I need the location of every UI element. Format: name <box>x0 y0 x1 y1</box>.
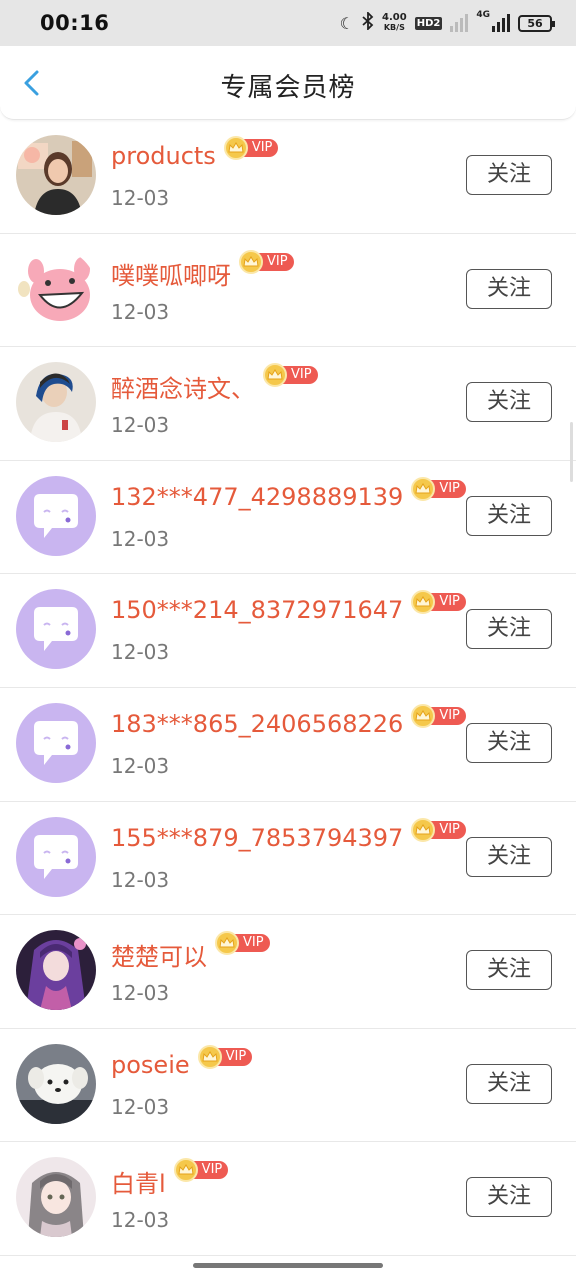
member-date: 12-03 <box>111 981 170 1006</box>
vip-badge: VIP <box>239 249 294 274</box>
avatar[interactable] <box>16 1043 96 1124</box>
member-name-text: 醉酒念诗文、 <box>111 375 255 404</box>
vip-badge: VIP <box>215 931 270 956</box>
avatar[interactable] <box>16 362 96 443</box>
avatar[interactable] <box>16 135 96 215</box>
follow-button[interactable]: 关注 <box>466 609 552 650</box>
vip-badge: VIP <box>411 476 466 501</box>
member-name-text: poseie <box>111 1050 190 1079</box>
crown-icon <box>239 249 263 274</box>
avatar[interactable] <box>16 1157 96 1238</box>
avatar[interactable] <box>16 248 96 329</box>
member-name: 150***214_8372971647 VIP <box>111 590 466 625</box>
member-name-text: 155***879_7853794397 <box>111 823 404 852</box>
member-list: products VIP 12-03 关注 噗噗呱唧呀 VIP 12-03 关注 醉酒念诗文、 V… <box>0 120 576 1256</box>
vip-badge: VIP <box>197 1044 253 1069</box>
battery-icon: 56 <box>518 14 555 32</box>
member-row[interactable]: 132***477_4298889139 VIP 12-03 关注 <box>0 461 576 575</box>
member-row[interactable]: 155***879_7853794397 VIP 12-03 关注 <box>0 802 576 916</box>
member-name-text: 噗噗呱唧呀 <box>111 261 231 290</box>
crown-icon <box>215 931 239 956</box>
member-name: 183***865_2406568226 VIP <box>111 703 466 738</box>
speed-unit: KB/S <box>383 23 405 32</box>
follow-button[interactable]: 关注 <box>466 382 552 423</box>
member-date: 12-03 <box>111 299 170 324</box>
vip-badge: VIP <box>173 1158 229 1183</box>
member-row[interactable]: 醉酒念诗文、 VIP 12-03 关注 <box>0 347 576 461</box>
follow-button[interactable]: 关注 <box>466 155 552 195</box>
crown-icon <box>173 1158 198 1183</box>
member-date: 12-03 <box>111 413 170 438</box>
network-type: 4G <box>476 10 490 20</box>
moon-icon: ☾ <box>339 13 355 33</box>
member-row[interactable]: products VIP 12-03 关注 <box>0 120 576 234</box>
member-name: 白青l VIP <box>111 1158 229 1199</box>
member-name: 132***477_4298889139 VIP <box>111 476 466 511</box>
vip-badge: VIP <box>411 590 466 615</box>
avatar[interactable] <box>16 816 96 897</box>
member-name: 楚楚可以 VIP <box>111 931 270 972</box>
member-name-text: 183***865_2406568226 <box>111 709 404 738</box>
member-date: 12-03 <box>111 1094 170 1119</box>
member-name: 醉酒念诗文、 VIP <box>111 363 318 404</box>
avatar[interactable] <box>16 589 96 670</box>
member-row[interactable]: 150***214_8372971647 VIP 12-03 关注 <box>0 574 576 688</box>
member-name-text: 白青l <box>111 1170 166 1199</box>
vip-badge: VIP <box>411 817 466 842</box>
signal-strong-icon <box>492 14 510 32</box>
member-row[interactable]: 183***865_2406568226 VIP 12-03 关注 <box>0 688 576 802</box>
member-name-text: 150***214_8372971647 <box>111 596 404 625</box>
member-row[interactable]: poseie VIP 12-03 关注 <box>0 1029 576 1143</box>
member-date: 12-03 <box>111 867 170 892</box>
status-time: 00:16 <box>40 11 110 35</box>
member-name-text: 楚楚可以 <box>111 943 207 972</box>
vip-badge: VIP <box>263 363 318 388</box>
home-indicator[interactable] <box>193 1263 383 1268</box>
member-name: poseie VIP <box>111 1044 253 1079</box>
vip-badge: VIP <box>223 136 279 160</box>
member-row[interactable]: 白青l VIP 12-03 关注 <box>0 1142 576 1256</box>
member-name-text: products <box>111 142 216 170</box>
member-date: 12-03 <box>111 186 170 210</box>
crown-icon <box>411 476 436 501</box>
bluetooth-icon <box>362 10 374 34</box>
crown-icon <box>223 136 248 160</box>
crown-icon <box>197 1044 222 1069</box>
follow-button[interactable]: 关注 <box>466 836 552 877</box>
follow-button[interactable]: 关注 <box>466 950 552 991</box>
status-bar: 00:16 ☾ 4.00 KB/S HD2 4G 56 <box>0 0 576 46</box>
page-title: 专属会员榜 <box>220 73 356 103</box>
member-name: 噗噗呱唧呀 VIP <box>111 249 294 291</box>
member-date: 12-03 <box>111 640 170 665</box>
member-name-text: 132***477_4298889139 <box>111 482 404 511</box>
battery-level: 56 <box>527 16 543 30</box>
member-date: 12-03 <box>111 1208 170 1233</box>
follow-button[interactable]: 关注 <box>466 1063 552 1104</box>
follow-button[interactable]: 关注 <box>466 1177 552 1218</box>
scrollbar[interactable] <box>570 422 573 482</box>
follow-button[interactable]: 关注 <box>466 722 552 763</box>
hd-badge: HD2 <box>414 16 443 30</box>
speed-value: 4.00 <box>382 12 407 23</box>
member-name: 155***879_7853794397 VIP <box>111 817 466 852</box>
member-row[interactable]: 噗噗呱唧呀 VIP 12-03 关注 <box>0 234 576 348</box>
crown-icon <box>411 817 436 842</box>
crown-icon <box>263 363 287 388</box>
member-date: 12-03 <box>111 753 170 778</box>
avatar[interactable] <box>16 702 96 783</box>
vip-badge: VIP <box>411 703 466 728</box>
follow-button[interactable]: 关注 <box>466 495 552 536</box>
follow-button[interactable]: 关注 <box>466 268 552 309</box>
avatar[interactable] <box>16 475 96 556</box>
member-row[interactable]: 楚楚可以 VIP 12-03 关注 <box>0 915 576 1029</box>
network-speed: 4.00 KB/S <box>382 13 407 33</box>
status-icons: ☾ 4.00 KB/S HD2 4G 56 <box>339 10 555 34</box>
header: 专属会员榜 <box>0 46 576 120</box>
member-date: 12-03 <box>111 526 170 551</box>
member-name: products VIP <box>111 136 279 170</box>
avatar[interactable] <box>16 930 96 1011</box>
signal-weak-icon <box>450 14 469 32</box>
